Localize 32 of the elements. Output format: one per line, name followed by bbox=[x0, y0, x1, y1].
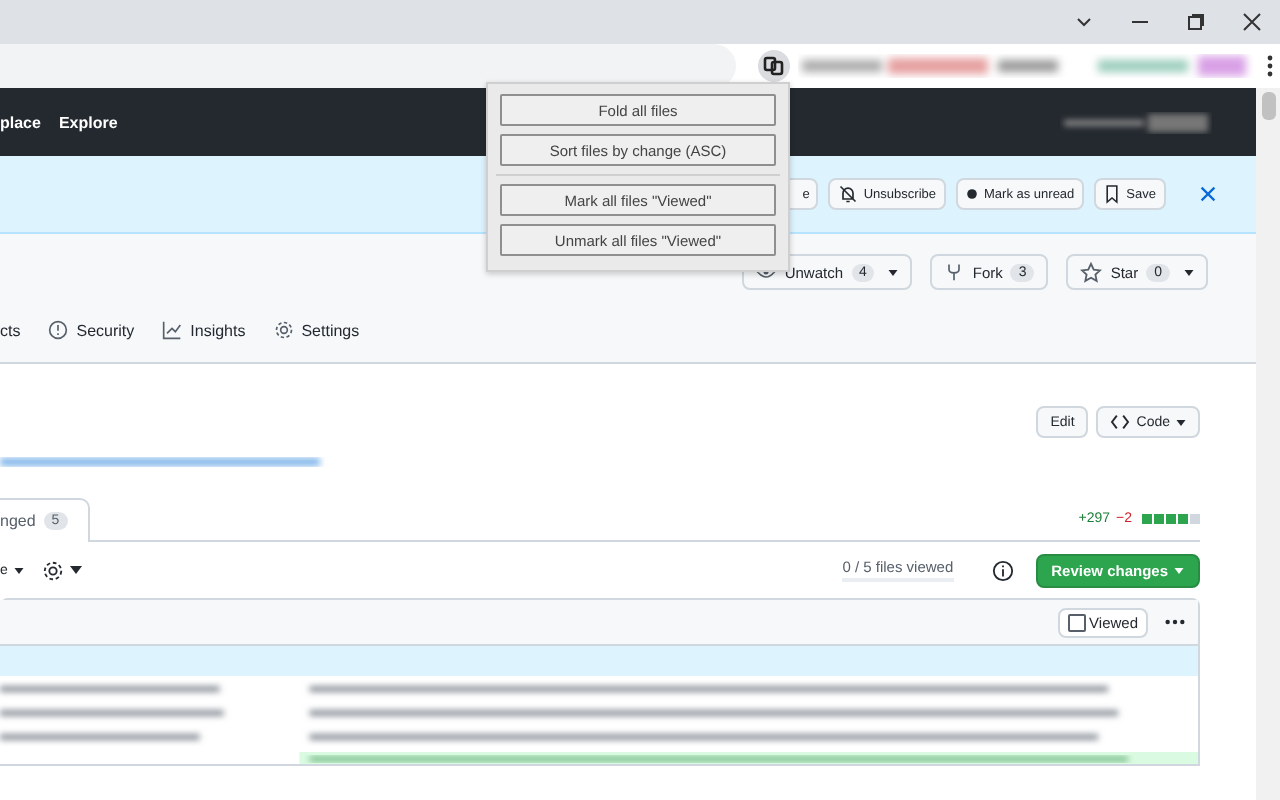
nav-link[interactable]: Explore bbox=[58, 113, 118, 131]
star-icon bbox=[1080, 261, 1103, 283]
extension-icon[interactable] bbox=[758, 50, 790, 82]
kebab-menu-icon[interactable] bbox=[1266, 54, 1274, 78]
gear-icon bbox=[273, 320, 294, 340]
shield-icon bbox=[48, 320, 69, 340]
repo-tab[interactable]: Security bbox=[48, 320, 135, 340]
dot-icon bbox=[966, 188, 978, 200]
fork-icon bbox=[944, 262, 965, 282]
caret-icon bbox=[1174, 567, 1184, 573]
chevron-down-icon[interactable] bbox=[1074, 12, 1094, 32]
nav-link[interactable]: place bbox=[0, 113, 41, 131]
bookmark-icon bbox=[1104, 184, 1121, 204]
close-icon[interactable] bbox=[1242, 12, 1262, 32]
user-menu-icon[interactable] bbox=[1060, 110, 1212, 134]
close-icon[interactable] bbox=[1200, 186, 1216, 202]
code-icon bbox=[1110, 414, 1131, 430]
maximize-icon[interactable] bbox=[1186, 12, 1206, 32]
repo-tab[interactable]: Insights bbox=[162, 320, 246, 340]
settings-icon[interactable] bbox=[41, 559, 64, 581]
repo-tab[interactable]: cts bbox=[0, 320, 21, 340]
caret-icon[interactable] bbox=[69, 566, 82, 574]
repo-tab[interactable]: Settings bbox=[273, 320, 360, 340]
info-icon[interactable] bbox=[991, 559, 1014, 581]
caret-icon bbox=[1184, 269, 1194, 275]
bell-slash-icon bbox=[837, 184, 858, 204]
more-icon[interactable] bbox=[1164, 618, 1186, 626]
caret-icon bbox=[888, 269, 899, 275]
scrollbar[interactable] bbox=[1256, 88, 1280, 800]
caret-icon bbox=[1176, 419, 1186, 425]
caret-icon[interactable] bbox=[13, 567, 24, 573]
graph-icon bbox=[162, 320, 183, 340]
